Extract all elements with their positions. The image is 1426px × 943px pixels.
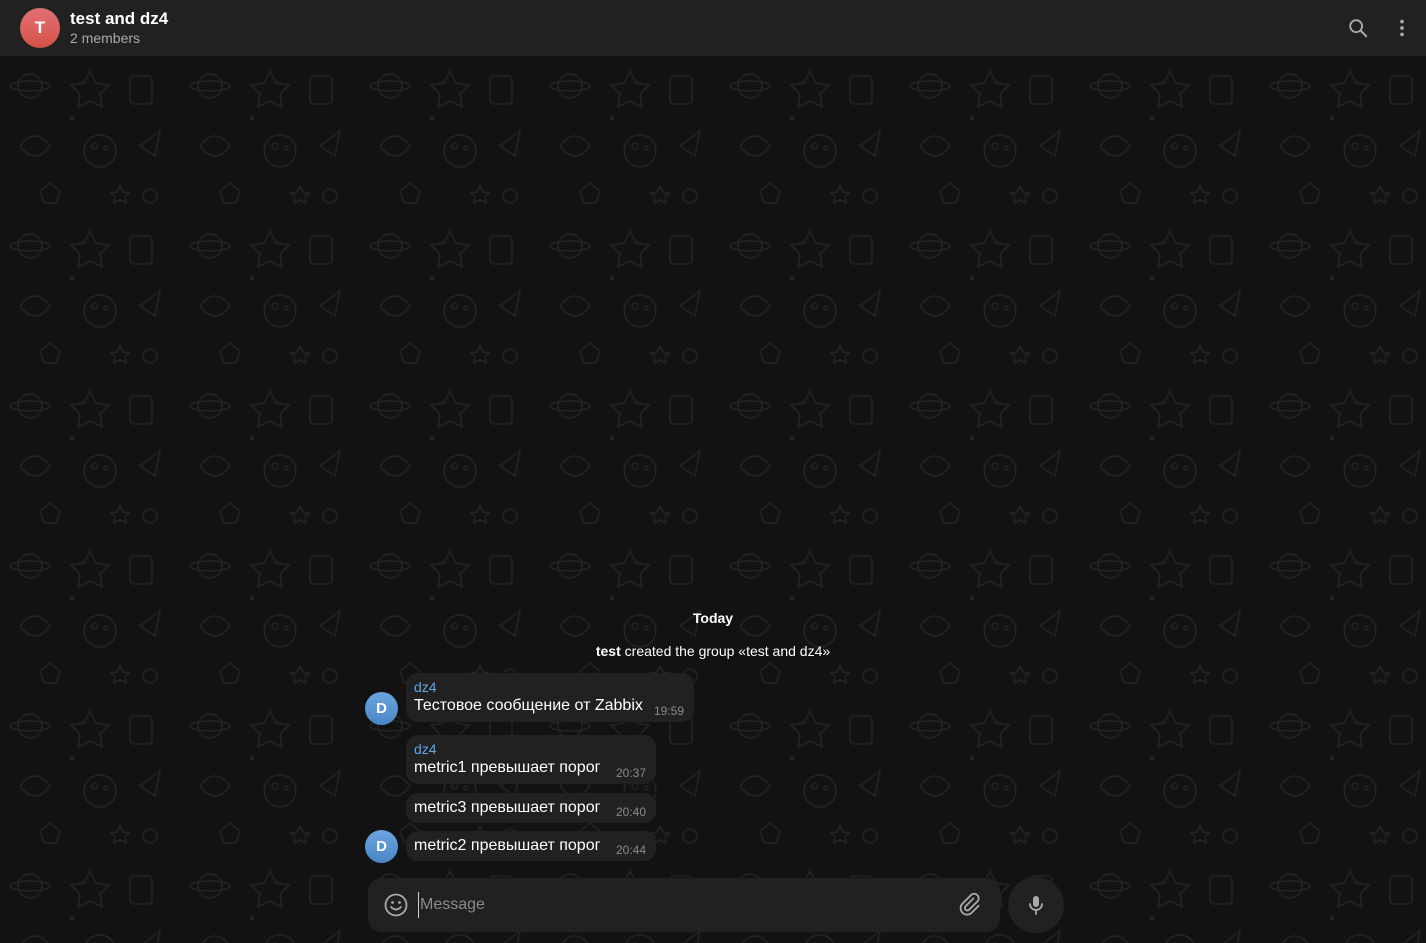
message-text: metric1 превышает порог xyxy=(414,759,601,776)
sender-avatar[interactable]: D xyxy=(365,830,398,863)
message-input[interactable] xyxy=(418,892,938,918)
sender-avatar[interactable]: D xyxy=(365,692,398,725)
smile-icon xyxy=(384,893,408,917)
message-time: 20:40 xyxy=(615,805,646,819)
more-options-button[interactable] xyxy=(1382,8,1422,48)
attach-button[interactable] xyxy=(958,892,984,918)
more-vertical-icon xyxy=(1400,19,1404,37)
message-bubble[interactable]: dz4 metric1 превышает порог 20:37 xyxy=(406,735,656,784)
message-text: Тестовое сообщение от Zabbix xyxy=(414,697,643,714)
search-button[interactable] xyxy=(1338,8,1378,48)
message-composer xyxy=(368,878,1000,932)
message-time: 20:44 xyxy=(615,843,646,857)
chat-members-count: 2 members xyxy=(70,30,141,46)
chat-header[interactable]: T test and dz4 2 members xyxy=(0,0,1426,56)
message-sender[interactable]: dz4 xyxy=(414,741,648,758)
group-avatar[interactable]: T xyxy=(20,8,60,48)
chat-background[interactable]: Today test created the group «test and d… xyxy=(0,56,1426,943)
message-time: 19:59 xyxy=(653,704,684,718)
message-bubble[interactable]: metric2 превышает порог 20:44 xyxy=(406,831,656,861)
action-text: created the group «test and dz4» xyxy=(620,643,831,659)
voice-record-button[interactable] xyxy=(1008,877,1064,933)
message-sender[interactable]: dz4 xyxy=(414,679,686,696)
message-text: metric2 превышает порог xyxy=(414,837,601,854)
message-text: metric3 превышает порог xyxy=(414,799,601,816)
microphone-icon xyxy=(1029,896,1043,915)
message-bubble[interactable]: metric3 превышает порог 20:40 xyxy=(406,793,656,823)
date-separator: Today xyxy=(692,610,734,626)
chat-title: test and dz4 xyxy=(70,9,169,28)
chat-info[interactable]: test and dz4 2 members xyxy=(70,9,168,47)
group-created-notice: test created the group «test and dz4» xyxy=(0,643,1426,659)
search-icon xyxy=(1349,19,1368,38)
message-bubble[interactable]: dz4 Тестовое сообщение от Zabbix 19:59 xyxy=(406,673,694,722)
message-time: 20:37 xyxy=(615,766,646,780)
emoji-button[interactable] xyxy=(382,891,410,919)
doodle-pattern xyxy=(0,56,1426,943)
telegram-app: T test and dz4 2 members Today test crea… xyxy=(0,0,1426,943)
action-actor[interactable]: test xyxy=(596,643,621,659)
paperclip-icon xyxy=(959,892,980,916)
